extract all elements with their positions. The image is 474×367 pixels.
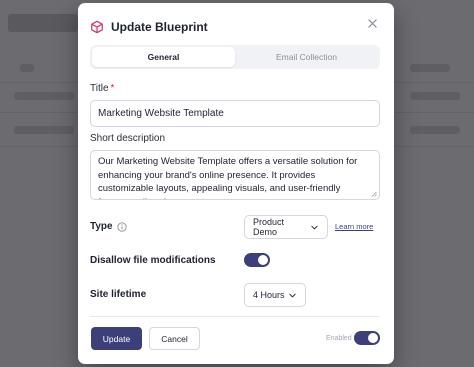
type-row-label: Type <box>90 221 127 232</box>
type-select[interactable]: Product Demo <box>244 215 328 239</box>
background-placeholder <box>410 92 460 100</box>
background-placeholder <box>14 92 74 100</box>
disallow-label: Disallow file modifications <box>90 255 216 266</box>
tab-bar: General Email Collection <box>90 45 380 69</box>
chevron-down-icon <box>289 293 296 297</box>
site-lifetime-selected-value: 4 Hours <box>253 290 285 300</box>
update-blueprint-modal: Update Blueprint General Email Collectio… <box>78 3 394 364</box>
background-placeholder <box>410 64 450 72</box>
background-placeholder <box>20 64 34 72</box>
resize-handle-icon[interactable] <box>371 191 377 197</box>
modal-title: Update Blueprint <box>111 20 208 34</box>
tab-general[interactable]: General <box>92 47 235 67</box>
learn-more-link[interactable]: Learn more <box>335 222 373 231</box>
toggle-knob <box>258 255 268 265</box>
cancel-button[interactable]: Cancel <box>149 327 200 350</box>
site-lifetime-label: Site lifetime <box>90 289 147 300</box>
description-textarea[interactable]: Our Marketing Website Template offers a … <box>90 150 380 200</box>
enabled-toggle[interactable] <box>354 331 380 345</box>
modal-header: Update Blueprint <box>90 17 382 37</box>
tab-email-collection[interactable]: Email Collection <box>235 47 378 67</box>
toggle-knob <box>368 333 378 343</box>
background-placeholder <box>410 126 460 134</box>
title-label: Title * <box>90 83 114 94</box>
description-label: Short description <box>90 133 166 144</box>
required-marker: * <box>110 83 115 94</box>
close-button[interactable] <box>364 15 380 31</box>
footer-divider <box>90 316 380 317</box>
update-button[interactable]: Update <box>91 327 142 350</box>
cube-icon <box>91 20 103 34</box>
disallow-modifications-toggle[interactable] <box>244 253 270 267</box>
chevron-down-icon <box>311 225 318 229</box>
enabled-label: Enabled <box>326 335 352 342</box>
title-input-value: Marketing Website Template <box>98 108 224 119</box>
title-label-text: Title <box>90 83 109 94</box>
site-lifetime-select[interactable]: 4 Hours <box>244 283 306 307</box>
close-icon <box>367 18 377 28</box>
description-value: Our Marketing Website Template offers a … <box>98 156 358 199</box>
background-placeholder <box>14 126 74 134</box>
type-label: Type <box>90 221 113 232</box>
title-input[interactable]: Marketing Website Template <box>90 100 380 127</box>
background-title <box>8 14 78 32</box>
info-icon[interactable] <box>116 221 127 232</box>
type-selected-value: Product Demo <box>253 217 285 237</box>
